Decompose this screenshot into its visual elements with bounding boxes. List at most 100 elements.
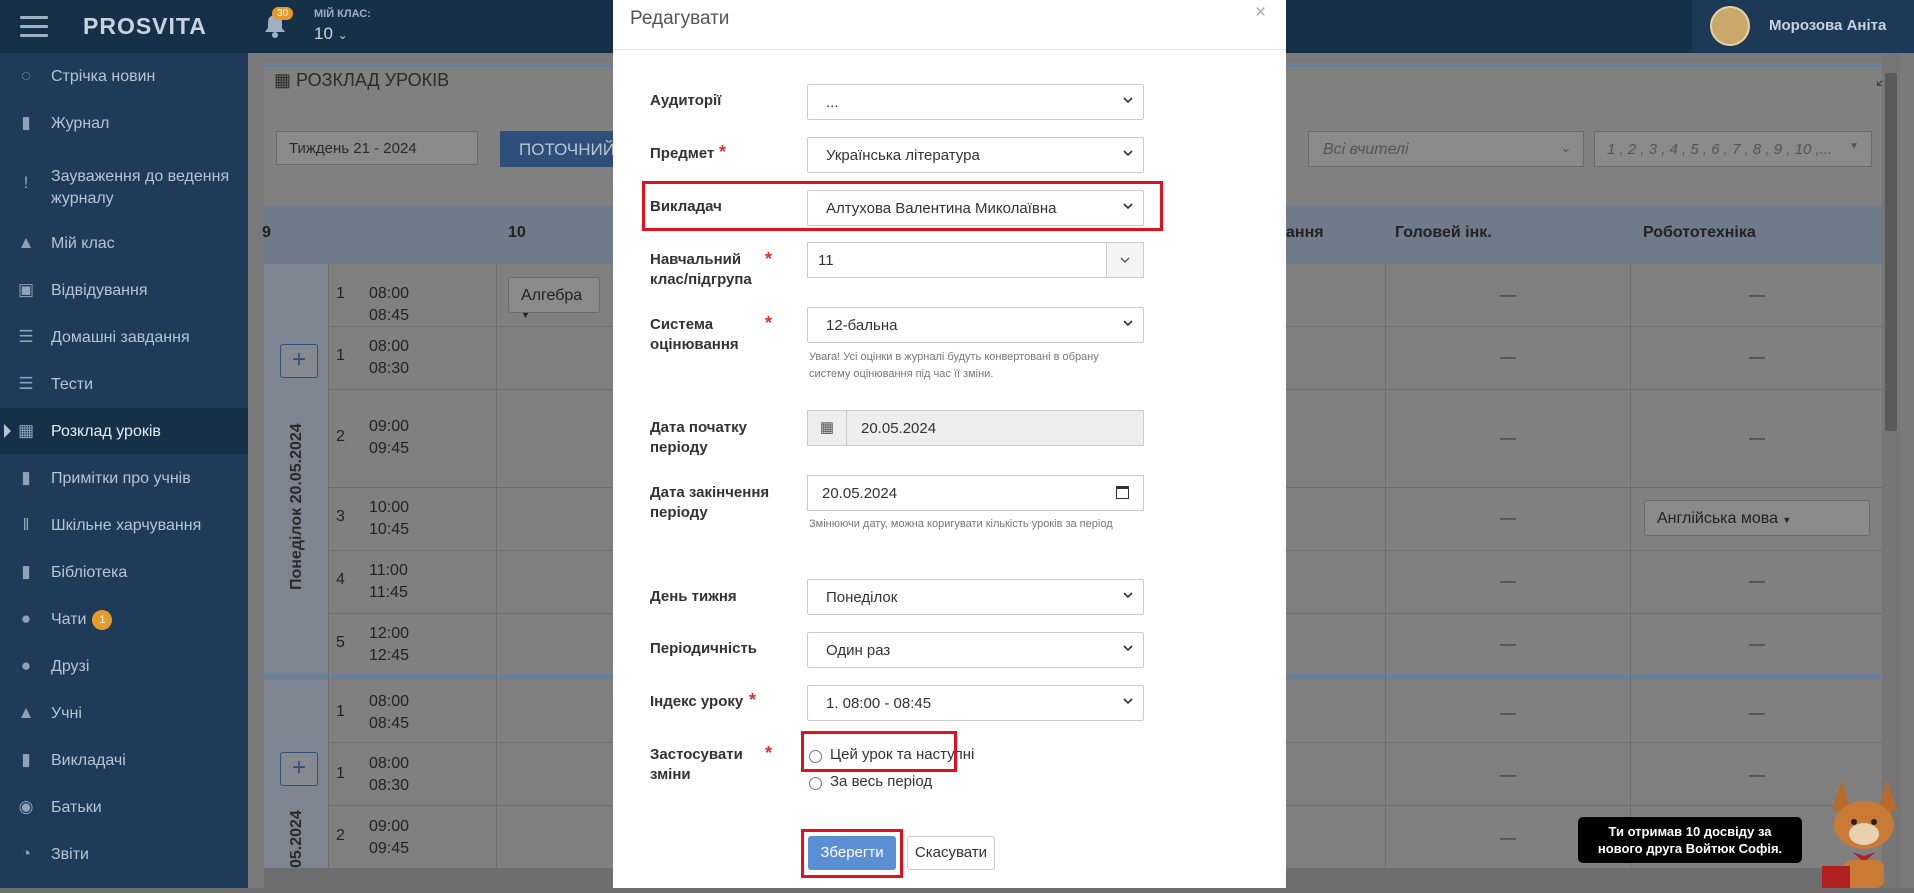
lesson-time: 08:00 08:45	[369, 691, 409, 735]
rss-icon: ◌	[20, 66, 32, 85]
weekday-value: Понеділок	[826, 589, 898, 606]
sidebar-item-homework[interactable]: ☰ Домашні завдання	[0, 314, 248, 360]
subject-label: Англійська мова	[1657, 510, 1778, 527]
sidebar-item-label: Відвідування	[51, 282, 148, 299]
sidebar-item-label: Стрічка новин	[51, 68, 156, 85]
sidebar-item-reports[interactable]: ◔ Звіти	[0, 831, 248, 877]
apply-whole-period-label[interactable]: За весь період	[830, 773, 932, 790]
sidebar-item-my-class[interactable]: ▲ Мій клас	[0, 220, 248, 266]
weekday-select[interactable]: Понеділок	[807, 579, 1144, 615]
sidebar-item-parents[interactable]: ◉ Батьки	[0, 784, 248, 830]
day-label: Понеділок 20.05.2024	[288, 423, 305, 590]
teacher-filter[interactable]: Всі вчителі ⌄	[1308, 131, 1584, 167]
subject-dropdown[interactable]: Алгебра ▼	[508, 277, 600, 320]
empty-cell: —	[1500, 705, 1516, 722]
week-input[interactable]: Тиждень 21 - 2024	[276, 131, 478, 165]
lesson-start: 08:00	[369, 338, 410, 355]
current-week-button[interactable]: ПОТОЧНИЙ	[500, 131, 620, 167]
highlight-teacher	[642, 181, 1163, 231]
edit-lesson-modal: Редагувати × Аудиторії ... Предмет * Укр…	[613, 0, 1286, 888]
end-date-hint: Змінюючи дату, можна коригувати кількіст…	[809, 518, 1113, 530]
highlight-save	[801, 829, 903, 878]
sidebar-item-teachers[interactable]: ▮ Викладачі	[0, 737, 248, 783]
calendar-icon: ▦	[274, 70, 292, 90]
lesson-index-select[interactable]: 1. 08:00 - 08:45	[807, 685, 1144, 721]
sidebar-item-news[interactable]: ◌ Стрічка новин	[0, 53, 248, 99]
lesson-number: 1	[336, 285, 345, 302]
subject-label: Алгебра	[521, 287, 583, 304]
sidebar-item-meals[interactable]: ‖ Шкільне харчування	[0, 502, 248, 548]
highlight-apply-option	[801, 731, 957, 772]
notification-badge: 30	[272, 7, 294, 20]
calendar-icon[interactable]	[1116, 486, 1129, 499]
end-date-label-line: періоду	[650, 504, 708, 521]
empty-cell: —	[1749, 705, 1765, 722]
sidebar-item-schedule[interactable]: ▦ Розклад уроків	[0, 408, 248, 454]
sidebar-item-friends[interactable]: ● Друзі	[0, 643, 248, 689]
day-label: 05.2024	[288, 810, 305, 868]
end-date-input[interactable]: 20.05.2024	[807, 475, 1144, 511]
periodicity-label: Періодичність	[650, 640, 758, 657]
sidebar-item-remarks[interactable]: ! Зауваження до ведення журналу	[0, 153, 248, 215]
required-mark: *	[765, 743, 773, 763]
lesson-number: 1	[336, 347, 345, 364]
sidebar-item-library[interactable]: ▮ Бібліотека	[0, 549, 248, 595]
menu-icon[interactable]	[20, 16, 48, 37]
weekday-label: День тижня	[650, 588, 737, 605]
chevron-down-icon	[1123, 320, 1133, 327]
empty-cell: —	[1500, 767, 1516, 784]
close-icon[interactable]: ×	[1255, 2, 1266, 24]
chevron-down-icon: ⌄	[337, 28, 348, 42]
modal-title: Редагувати	[630, 8, 730, 29]
calendar-icon: ▦	[17, 421, 35, 440]
sidebar-item-chats[interactable]: ● Чати 1	[0, 596, 248, 642]
my-class-label: МІЙ КЛАС:	[314, 8, 371, 20]
cutlery-icon: ‖	[22, 515, 30, 534]
empty-cell: —	[1749, 636, 1765, 653]
column-header: Робототехніка	[1643, 224, 1756, 241]
sidebar-item-label: Шкільне харчування	[51, 517, 202, 534]
grading-label-line: Система	[650, 316, 714, 333]
required-mark: *	[749, 690, 757, 710]
lesson-end: 08:30	[369, 777, 410, 794]
sidebar-item-tests[interactable]: ☰ Тести	[0, 361, 248, 407]
class-dropdown-button[interactable]	[1106, 243, 1143, 277]
column-header: 10	[508, 224, 526, 241]
lesson-start: 08:00	[369, 755, 410, 772]
auditorium-label: Аудиторії	[650, 92, 722, 109]
class-label-line: Навчальний	[650, 251, 742, 268]
sidebar-item-attendance[interactable]: ▣ Відвідування	[0, 267, 248, 313]
lesson-time: 11:00 11:45	[369, 560, 408, 604]
sidebar-item-students[interactable]: ▲ Учні	[0, 690, 248, 736]
end-date-label: Дата закінчення періоду	[650, 483, 769, 523]
class-select[interactable]: 11	[807, 242, 1144, 278]
sidebar-item-label: Журнал	[51, 115, 110, 132]
add-lesson-button[interactable]: +	[280, 752, 318, 786]
grading-select[interactable]: 12-бальна	[807, 307, 1144, 343]
bookmark-icon: ▮	[21, 113, 31, 132]
lessons-filter[interactable]: 1 , 2 , 3 , 4 , 5 , 6 , 7 , 8 , 9 , 10 ,…	[1594, 131, 1872, 167]
add-lesson-button[interactable]: +	[280, 344, 318, 378]
cancel-button[interactable]: Скасувати	[907, 836, 995, 870]
user-menu[interactable]: Морозова Аніта	[1692, 0, 1914, 53]
auditorium-select[interactable]: ...	[807, 84, 1144, 120]
teacher-filter-value: Всі вчителі	[1323, 141, 1409, 158]
chat-icon: ●	[20, 609, 32, 628]
apply-label-line: Застосувати	[650, 746, 743, 763]
lesson-number: 1	[336, 765, 345, 782]
lesson-end: 09:45	[369, 440, 410, 457]
empty-cell: —	[1749, 767, 1765, 784]
periodicity-select[interactable]: Один раз	[807, 632, 1144, 668]
empty-cell: —	[1749, 287, 1765, 304]
toast-notification: Ти отримав 10 досвіду за нового друга Во…	[1578, 817, 1802, 863]
lesson-index-value: 1. 08:00 - 08:45	[826, 695, 932, 712]
scrollbar-thumb[interactable]	[1885, 73, 1897, 431]
sidebar-item-journal[interactable]: ▮ Журнал	[0, 100, 248, 146]
app-logo[interactable]: PROSVITA	[83, 13, 207, 40]
sidebar-item-student-notes[interactable]: ▮ Примітки про учнів	[0, 455, 248, 501]
lesson-start: 12:00	[369, 625, 410, 642]
apply-whole-period-radio[interactable]	[809, 777, 822, 790]
subject-select[interactable]: Українська література	[807, 137, 1144, 173]
my-class-selector[interactable]: 10 ⌄	[314, 24, 348, 44]
subject-dropdown[interactable]: Англійська мова ▼	[1644, 500, 1870, 536]
